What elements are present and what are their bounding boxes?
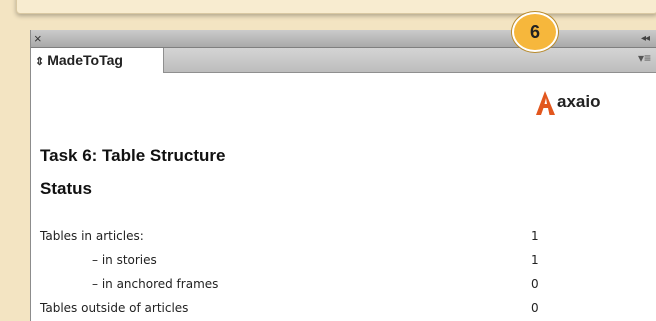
panel-titlebar[interactable]: × ◂◂ — [31, 30, 656, 48]
panel-menu-icon[interactable]: ▾≡ — [638, 51, 651, 65]
row-value: 0 — [531, 301, 539, 315]
task-title: Task 6: Table Structure — [40, 146, 226, 165]
status-heading: Status — [40, 179, 92, 198]
row-label: Tables outside of articles — [40, 301, 189, 315]
row-value: 1 — [531, 253, 539, 267]
step-number-badge: 6 — [512, 12, 558, 52]
tab-label: MadeToTag — [47, 52, 123, 68]
up-down-arrows-icon: ⇕ — [35, 56, 45, 68]
row-value: 1 — [531, 229, 539, 243]
row-label: – in anchored frames — [92, 277, 219, 291]
axaio-logo-mark-icon — [536, 91, 555, 115]
row-value: 0 — [531, 277, 539, 291]
collapse-icon[interactable]: ◂◂ — [641, 30, 650, 47]
panel-tabstrip: ⇕ MadeToTag ▾≡ — [31, 48, 656, 73]
logo-text: axaio — [557, 92, 601, 111]
row-label: Tables in articles: — [40, 229, 144, 243]
tab-madetotag[interactable]: ⇕ MadeToTag — [31, 48, 164, 73]
row-label: – in stories — [92, 253, 157, 267]
close-icon[interactable]: × — [34, 30, 42, 47]
background-card — [16, 0, 656, 14]
